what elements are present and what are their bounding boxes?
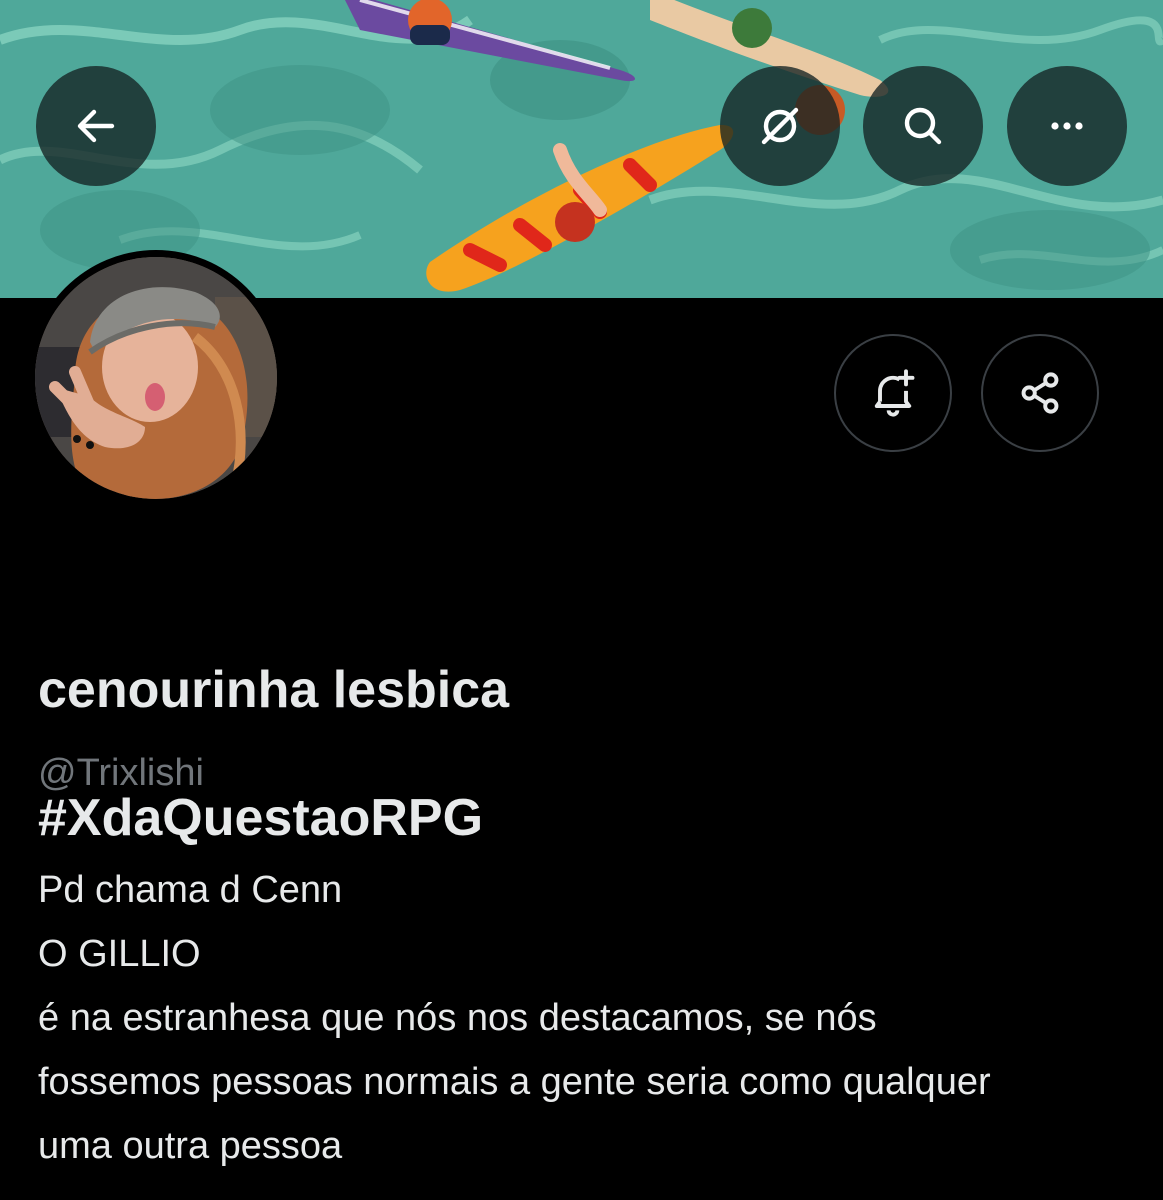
bio-line: O GILLIO: [38, 933, 201, 975]
bio-line: é na estranhesa que nós nos destacamos, …: [38, 997, 877, 1039]
bio-line: uma outra pessoa: [38, 1125, 343, 1167]
notify-button[interactable]: [834, 334, 952, 452]
bio-line: fossemos pessoas normais a gente seria c…: [38, 1061, 991, 1103]
search-icon: [904, 107, 942, 145]
bell-plus-icon: [874, 369, 915, 417]
arrow-left-icon: [77, 109, 115, 143]
share-icon: [1021, 372, 1059, 414]
bio-line: Pd chama d Cenn: [38, 869, 343, 911]
profile-bio: Pd chama d Cenn O GILLIO é na estranhesa…: [38, 858, 1138, 1178]
avatar[interactable]: [28, 250, 284, 506]
avatar-photo: [35, 257, 277, 499]
share-button[interactable]: [981, 334, 1099, 452]
grok-button[interactable]: [720, 66, 840, 186]
more-button[interactable]: [1007, 66, 1127, 186]
back-button[interactable]: [36, 66, 156, 186]
user-handle: @Trixlishi: [38, 752, 204, 794]
more-dots-icon: [1051, 122, 1083, 130]
grok-slash-icon: [761, 107, 799, 145]
display-name-line: cenourinha lesbica: [38, 661, 510, 719]
search-button[interactable]: [863, 66, 983, 186]
